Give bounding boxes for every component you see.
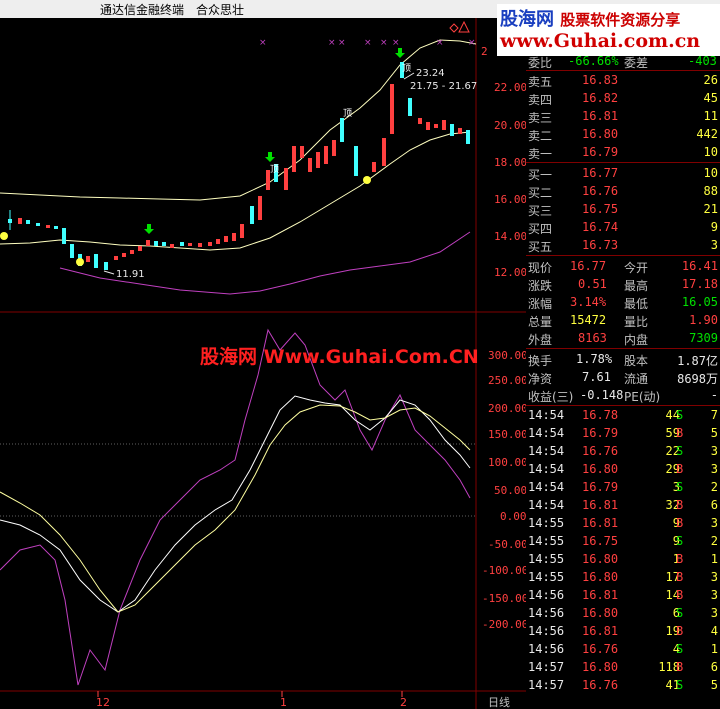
osc-line-3 [0,404,471,613]
chart-markers [0,48,405,266]
sell-5-row[interactable]: 卖五 16.83 26 [526,71,720,89]
svg-text:×: × [392,38,400,48]
svg-text:×: × [259,38,267,48]
high-annotation: 23.24 [416,68,445,79]
osc-tick: -50.00 [488,538,526,551]
osc-tick: 200.00 [488,402,526,415]
osc-tick: 150.00 [488,428,526,441]
logo-name: 股海网 [500,9,554,30]
osc-line-2 [0,395,471,613]
sell-2-row[interactable]: 卖二 16.80 442 [526,125,720,143]
tick-row: 14:54 16.81 32 B 6 [528,498,718,512]
tick-row: 14:55 16.81 9 B 3 [528,516,718,530]
tick-row: 14:56 16.81 19 B 4 [528,624,718,638]
tick-row: 14:55 16.75 9 S 2 [528,534,718,548]
tick-row: 14:57 16.76 41 S 5 [528,678,718,692]
middle-band-line [0,131,471,251]
price-tick: 14.00 [494,230,526,243]
svg-text:×: × [436,38,444,48]
osc-tick: -150.00 [482,592,526,605]
site-logo: 股海网 股票软件资源分享 www.Guhai.com.cn [497,4,720,56]
tick-row: 14:54 16.78 44 S 7 [528,408,718,422]
fund-row: 净资 7.61 流通 8698万 [528,370,718,386]
osc-tick: 250.00 [488,374,526,387]
tick-row: 14:56 16.76 4 S 1 [528,642,718,656]
top-marker-label: 顶 [402,63,411,74]
osc-tick: 50.00 [494,484,526,497]
osc-tick: -200.00 [482,618,526,631]
top-right-markers [449,20,470,33]
svg-text:×: × [364,38,372,48]
osc-tick: 0.00 [500,510,526,523]
low-annotation: 11.91 [116,269,145,280]
buy-3-row[interactable]: 买三 16.75 21 [526,200,720,218]
price-tick: 12.00 [494,266,526,279]
price-tick: 18.00 [494,156,526,169]
time-label: 1 [280,696,287,709]
quote-row: 涨幅 3.14% 最低 16.05 [528,295,718,311]
tick-row: 14:54 16.79 3 S 2 [528,480,718,494]
time-label: 12 [96,696,110,709]
stock-name: 合众思壮 [196,3,245,17]
candles [8,62,470,270]
weibi-row: 委比 -66.66% 委差 -403 [528,54,717,70]
top-marker-label: 顶 [270,164,279,175]
tick-row: 14:56 16.80 6 S 3 [528,606,718,620]
osc-tick: -100.00 [482,564,526,577]
tick-row: 14:55 16.80 1 B 1 [528,552,718,566]
top-marker-label: 顶 [343,108,352,119]
quote-row: 外盘 8163 内盘 7309 [528,331,718,347]
osc-tick: 300.00 [488,349,526,362]
watermark: 股海网 Www.Guhai.Com.CN [200,346,479,368]
buy-5-row[interactable]: 买五 16.73 3 [526,236,720,254]
logo-slogan: 股票软件资源分享 [560,11,681,29]
svg-text:×: × [328,38,336,48]
tick-row: 14:56 16.81 14 B 3 [528,588,718,602]
signal-marks: × × × × × × × × [259,38,476,48]
price-tick: 16.00 [494,193,526,206]
quote-row: 涨跌 0.51 最高 17.18 [528,277,718,293]
price-tick: 22.00 [494,81,526,94]
tick-row: 14:54 16.76 22 S 3 [528,444,718,458]
svg-text:×: × [468,38,476,48]
range-annotation: 21.75 - 21.67 [410,81,477,92]
price-tick: 20.00 [494,119,526,132]
sell-1-row[interactable]: 卖一 16.79 10 [526,143,720,161]
quote-row: 总量 15472 量比 1.90 [528,313,718,329]
svg-text:×: × [338,38,346,48]
time-label: 2 [400,696,407,709]
tick-row: 14:54 16.79 59 B 5 [528,426,718,440]
fund-row: 换手 1.78% 股本 1.87亿 [528,352,718,368]
quote-row: 现价 16.77 今开 16.41 [528,259,718,275]
tick-row: 14:55 16.80 17 B 3 [528,570,718,584]
osc-line-1 [0,328,471,686]
lower-band-line [59,231,471,295]
quote-panel: 委比 -66.66% 委差 -403 卖五 16.83 26 卖四 16.82 45 卖… [526,52,720,709]
buy-4-row[interactable]: 买四 16.74 9 [526,218,720,236]
tick-row: 14:54 16.80 29 B 3 [528,462,718,476]
logo-url: www.Guhai.com.cn [500,30,701,52]
sell-3-row[interactable]: 卖三 16.81 11 [526,107,720,125]
price-tick-partial: 2 [481,45,488,58]
sell-4-row[interactable]: 卖四 16.82 45 [526,89,720,107]
fund-row: 收益(三) -0.148 PE(动) - [528,388,718,404]
period-label[interactable]: 日线 [488,695,510,709]
app-title: 通达信金融终端 [100,3,185,17]
buy-1-row[interactable]: 买一 16.77 10 [526,164,720,182]
svg-text:×: × [380,38,388,48]
osc-tick: 100.00 [488,456,526,469]
tick-row: 14:57 16.80 118 B 6 [528,660,718,674]
buy-2-row[interactable]: 买二 16.76 88 [526,182,720,200]
